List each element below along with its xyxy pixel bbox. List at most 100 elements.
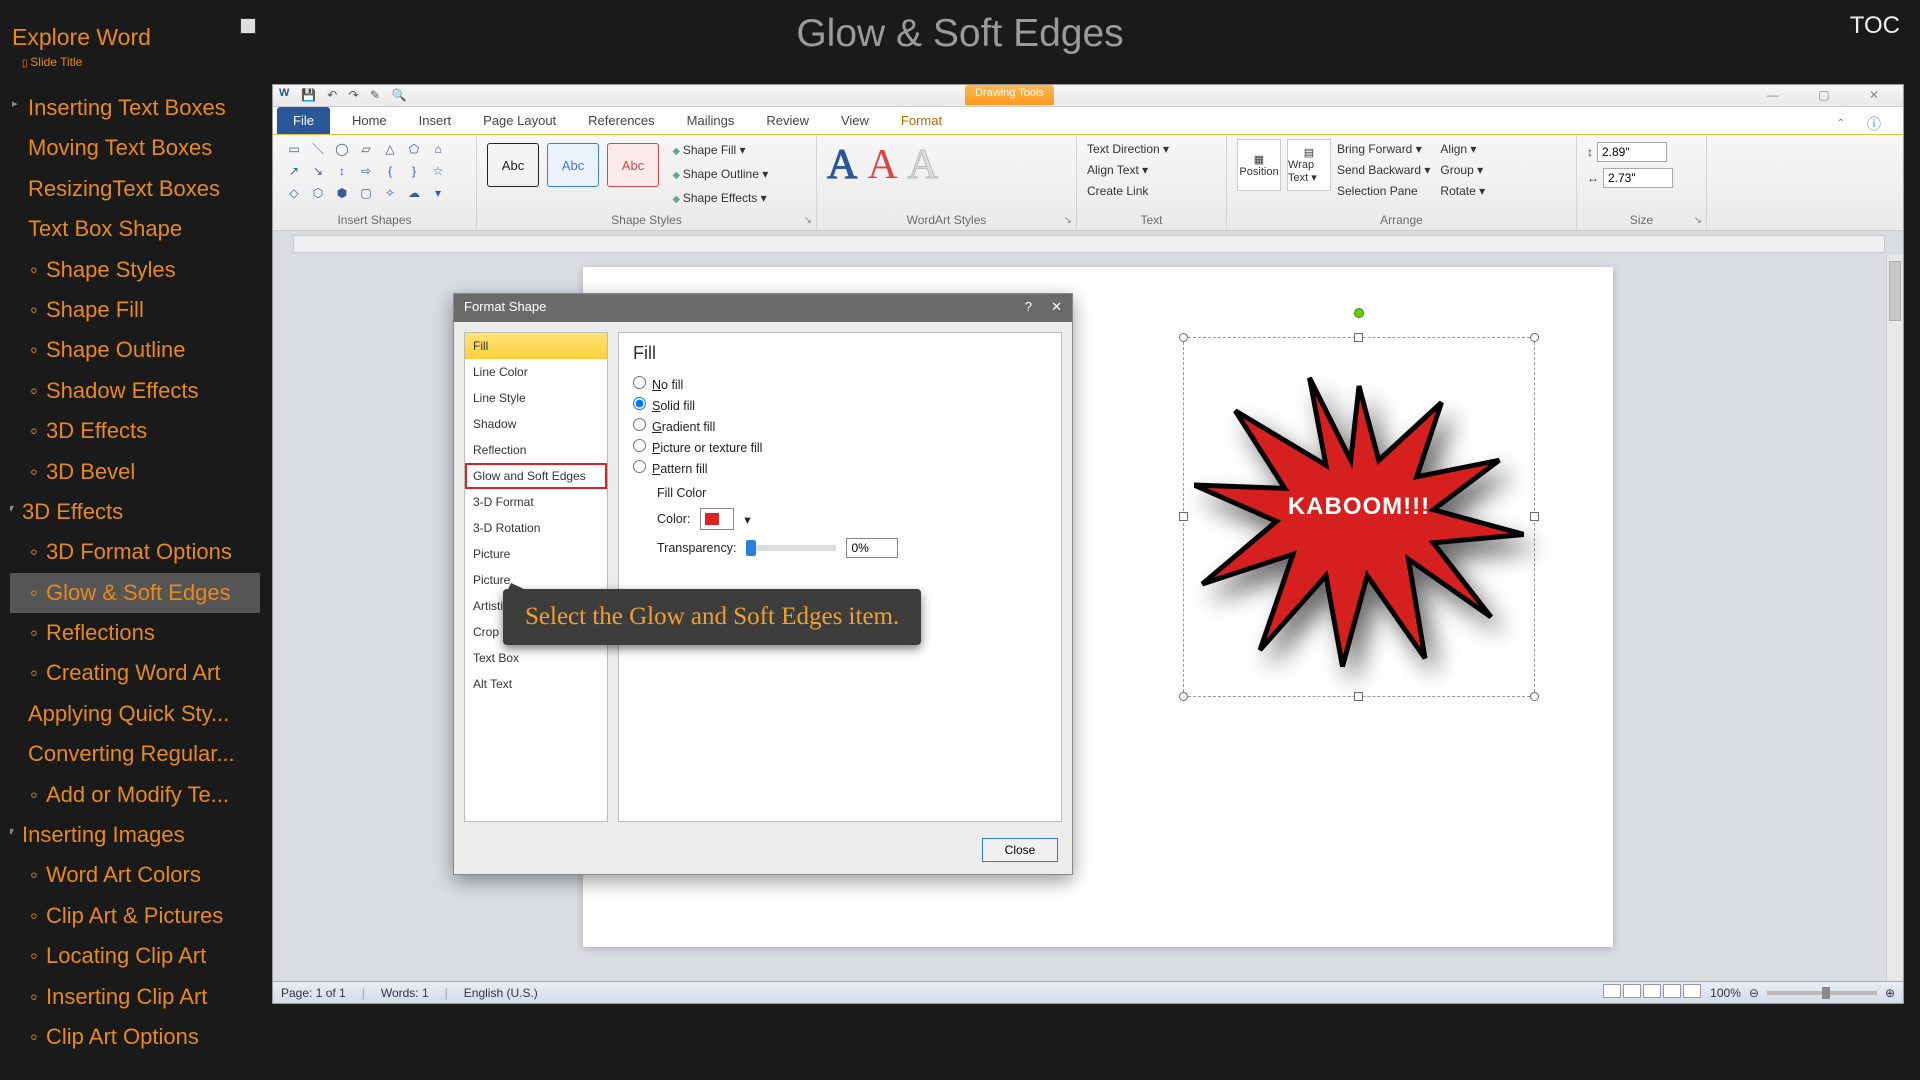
tab-format[interactable]: Format <box>885 107 958 134</box>
sidebar-item[interactable]: Word Art Colors <box>10 855 260 895</box>
window-buttons[interactable]: — ▢ ✕ <box>1767 88 1897 102</box>
horizontal-ruler[interactable] <box>293 235 1885 253</box>
dialog-category[interactable]: Picture <box>465 541 607 567</box>
tab-home[interactable]: Home <box>336 107 403 134</box>
dialog-category[interactable]: 3-D Rotation <box>465 515 607 541</box>
view-buttons[interactable] <box>1602 984 1702 1001</box>
resize-handle[interactable] <box>1179 692 1188 701</box>
status-words[interactable]: Words: 1 <box>381 986 429 1000</box>
sidebar-item[interactable]: Text Box Shape <box>10 209 260 249</box>
resize-handle[interactable] <box>1179 333 1188 342</box>
sidebar-item[interactable]: 3D Effects <box>10 492 260 532</box>
sidebar-item[interactable]: Reflections <box>10 613 260 653</box>
resize-handle[interactable] <box>1354 333 1363 342</box>
bring-forward-button[interactable]: Bring Forward ▾ <box>1337 139 1430 160</box>
help-buttons[interactable]: ˆ ⓘ <box>1838 114 1903 134</box>
shape-height-input[interactable] <box>1597 142 1667 162</box>
sidebar-item[interactable]: 3D Effects <box>10 411 260 451</box>
status-language[interactable]: English (U.S.) <box>464 986 538 1000</box>
sidebar-item[interactable]: Clip Art Options <box>10 1017 260 1057</box>
sidebar-item[interactable]: Applying Quick Sty... <box>10 694 260 734</box>
shape-width-input[interactable] <box>1603 168 1673 188</box>
text-direction-button[interactable]: Text Direction ▾ <box>1087 139 1216 160</box>
resize-handle[interactable] <box>1530 692 1539 701</box>
zoom-slider[interactable] <box>1767 991 1877 995</box>
shape-style-gallery[interactable]: Abc Abc Abc <box>487 143 659 187</box>
shape-effects-button[interactable]: Shape Effects ▾ <box>672 187 768 211</box>
sidebar-item[interactable]: 3D Format Options <box>10 532 260 572</box>
selected-shape-bounds[interactable]: KABOOM!!! <box>1183 337 1535 697</box>
dialog-category[interactable]: Fill <box>465 333 607 359</box>
zoom-in-icon[interactable]: ⊕ <box>1885 986 1895 1000</box>
fill-radio[interactable]: Pattern fill <box>633 460 1047 476</box>
style-preset-2[interactable]: Abc <box>547 143 599 187</box>
tab-references[interactable]: References <box>572 107 670 134</box>
contextual-tab-drawing-tools[interactable]: Drawing Tools <box>965 85 1054 105</box>
shape-text[interactable]: KABOOM!!! <box>1184 493 1534 521</box>
sidebar-item[interactable]: Moving Text Boxes <box>10 128 260 168</box>
status-page[interactable]: Page: 1 of 1 <box>281 986 346 1000</box>
tab-review[interactable]: Review <box>750 107 825 134</box>
dialog-titlebar[interactable]: Format Shape ? ✕ <box>454 294 1072 322</box>
sidebar-item[interactable]: Creating Word Art <box>10 653 260 693</box>
style-preset-3[interactable]: Abc <box>607 143 659 187</box>
dialog-category[interactable]: Shadow <box>465 411 607 437</box>
send-backward-button[interactable]: Send Backward ▾ <box>1337 160 1430 181</box>
sidebar-item[interactable]: Glow & Soft Edges <box>10 573 260 613</box>
create-link-button[interactable]: Create Link <box>1087 181 1216 202</box>
quick-access-toolbar[interactable]: 💾 ↶ ↷ ✎ 🔍 <box>301 88 410 102</box>
fill-radio[interactable]: No fill <box>633 376 1047 392</box>
wordart-gallery[interactable]: A A A <box>827 141 938 189</box>
position-button[interactable]: ▦Position <box>1237 139 1281 191</box>
align-text-button[interactable]: Align Text ▾ <box>1087 160 1216 181</box>
transparency-slider[interactable] <box>746 545 836 551</box>
fill-radio[interactable]: Gradient fill <box>633 418 1047 434</box>
close-button[interactable]: Close <box>982 838 1058 862</box>
tab-mailings[interactable]: Mailings <box>671 107 751 134</box>
dialog-category[interactable]: Line Color <box>465 359 607 385</box>
close-icon[interactable]: ✕ <box>1051 299 1062 315</box>
sidebar-item[interactable]: 3D Bevel <box>10 452 260 492</box>
shape-fill-button[interactable]: Shape Fill ▾ <box>672 139 768 163</box>
rotate-button[interactable]: Rotate ▾ <box>1440 181 1485 202</box>
sidebar-item[interactable]: Inserting Text Boxes <box>10 88 260 128</box>
help-icon[interactable]: ? <box>1025 299 1032 314</box>
dialog-category[interactable]: Reflection <box>465 437 607 463</box>
group-button[interactable]: Group ▾ <box>1440 160 1485 181</box>
fill-radio[interactable]: Picture or texture fill <box>633 439 1047 455</box>
dialog-category[interactable]: Text Box <box>465 645 607 671</box>
align-button[interactable]: Align ▾ <box>1440 139 1485 160</box>
style-preset-1[interactable]: Abc <box>487 143 539 187</box>
dialog-category[interactable]: Glow and Soft Edges <box>465 463 607 489</box>
resize-handle[interactable] <box>1354 692 1363 701</box>
sidebar-item[interactable]: Shape Outline <box>10 330 260 370</box>
tab-insert[interactable]: Insert <box>403 107 468 134</box>
sidebar-item[interactable]: Inserting Clip Art <box>10 977 260 1017</box>
dialog-category[interactable]: 3-D Format <box>465 489 607 515</box>
sidebar-item[interactable]: Shape Styles <box>10 250 260 290</box>
sidebar-item[interactable]: Converting Regular... <box>10 734 260 774</box>
sidebar-item[interactable]: Add or Modify Te... <box>10 775 260 815</box>
tab-file[interactable]: File <box>277 107 330 134</box>
dialog-category[interactable]: Alt Text <box>465 671 607 697</box>
tab-page-layout[interactable]: Page Layout <box>467 107 572 134</box>
sidebar-item[interactable]: ResizingText Boxes <box>10 169 260 209</box>
dialog-category[interactable]: Line Style <box>465 385 607 411</box>
chevron-down-icon[interactable]: ▾ <box>744 512 750 527</box>
fill-radio[interactable]: Solid fill <box>633 397 1047 413</box>
sidebar-item[interactable]: Shadow Effects <box>10 371 260 411</box>
sidebar-item[interactable]: Inserting Images <box>10 815 260 855</box>
sidebar-item[interactable]: Clip Art & Pictures <box>10 896 260 936</box>
selection-pane-button[interactable]: Selection Pane <box>1337 181 1430 202</box>
wrap-text-button[interactable]: ▤Wrap Text ▾ <box>1287 139 1331 191</box>
zoom-out-icon[interactable]: ⊖ <box>1749 986 1759 1000</box>
resize-handle[interactable] <box>1530 333 1539 342</box>
shape-outline-button[interactable]: Shape Outline ▾ <box>672 163 768 187</box>
toc-link[interactable]: TOC <box>1850 12 1900 40</box>
vertical-scrollbar[interactable] <box>1886 255 1903 981</box>
color-picker-button[interactable] <box>700 508 734 530</box>
tab-view[interactable]: View <box>825 107 885 134</box>
transparency-input[interactable] <box>846 538 898 558</box>
rotate-handle[interactable] <box>1354 308 1364 318</box>
sidebar-item[interactable]: Locating Clip Art <box>10 936 260 976</box>
